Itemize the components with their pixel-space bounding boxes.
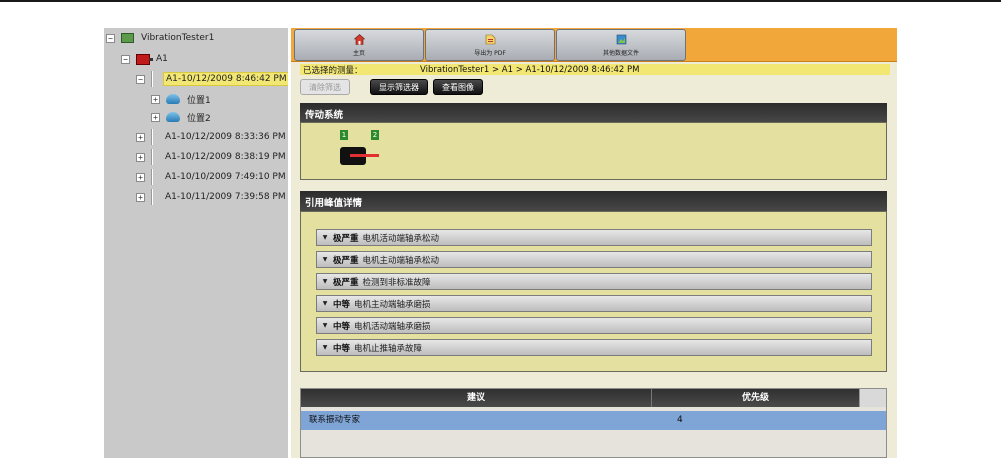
tree-measurement-label[interactable]: A1-10/12/2009 8:38:19 PM (163, 151, 288, 163)
fault-severity: 极严重 (333, 277, 359, 288)
expand-icon[interactable]: + (136, 132, 145, 142)
drive-point-badge[interactable]: 1 (340, 130, 348, 140)
fault-row[interactable]: ▼ 极严重 检测到非标准故障 (316, 273, 872, 290)
fault-severity: 中等 (333, 299, 351, 310)
home-button[interactable]: 主页 (294, 29, 424, 61)
expand-icon[interactable]: + (151, 112, 160, 122)
breadcrumb-label: 已选择的测量： (303, 65, 363, 76)
collapse-icon[interactable]: − (136, 74, 145, 84)
fault-severity: 极严重 (333, 233, 359, 244)
shaft-icon (350, 154, 379, 157)
recommendation-table: 建议 优先级 联系振动专家 4 (300, 388, 887, 458)
expand-icon[interactable]: + (151, 94, 160, 104)
advice-cell: 联系振动专家 (309, 415, 361, 425)
expand-icon[interactable]: + (136, 172, 145, 182)
fault-severity: 极严重 (333, 255, 359, 266)
tester-icon (121, 33, 134, 43)
measurement-icon (151, 149, 153, 165)
column-header-priority[interactable]: 优先级 (652, 389, 859, 407)
tree-root-label[interactable]: VibrationTester1 (139, 32, 216, 44)
breadcrumb: 已选择的测量： VibrationTester1 > A1 > A1-10/12… (300, 64, 890, 76)
recommendation-header: 建议 优先级 (301, 389, 886, 407)
fault-description: 电机主动端轴承磨损 (354, 299, 431, 310)
fault-details-panel: ▼ 极严重 电机活动端轴承松动 ▼ 极严重 电机主动端轴承松动 ▼ 极严重 检测… (300, 211, 887, 372)
tree-node-location[interactable]: + 位置2 (151, 108, 213, 126)
export-pdf-button[interactable]: 导出为 PDF (425, 29, 555, 61)
tree-node-machine[interactable]: − A1 (121, 50, 170, 68)
tree-measurement-label[interactable]: A1-10/10/2009 7:49:10 PM (163, 171, 288, 183)
drive-point-badge[interactable]: 2 (371, 130, 379, 140)
fault-severity: 中等 (333, 343, 351, 354)
fault-row[interactable]: ▼ 中等 电机主动端轴承磨损 (316, 295, 872, 312)
location-icon (166, 112, 180, 122)
collapse-icon[interactable]: − (121, 54, 130, 64)
fault-description: 电机活动端轴承磨损 (354, 321, 431, 332)
home-button-label: 主页 (352, 50, 365, 57)
expand-arrow-icon[interactable]: ▼ (317, 344, 333, 351)
machine-icon (136, 53, 153, 65)
tree-node-selected-measurement[interactable]: − A1-10/12/2009 8:46:42 PM (136, 70, 288, 88)
export-pdf-icon (485, 34, 495, 45)
header-corner (859, 389, 886, 407)
tree-measurement-label[interactable]: A1-10/12/2009 8:46:42 PM (163, 72, 288, 86)
fault-description: 电机止推轴承故障 (354, 343, 423, 354)
expand-arrow-icon[interactable]: ▼ (317, 300, 333, 307)
measurement-icon (151, 71, 153, 87)
tree-location-label[interactable]: 位置1 (185, 92, 213, 107)
export-pdf-button-label: 导出为 PDF (474, 50, 506, 57)
view-image-button[interactable]: 查看图像 (433, 79, 483, 95)
toolbar: 主页 导出为 PDF 其他数据文件 (291, 28, 897, 62)
measurement-icon (151, 189, 153, 205)
tree-node-measurement[interactable]: + A1-10/12/2009 8:33:36 PM (136, 128, 288, 146)
breadcrumb-path: VibrationTester1 > A1 > A1-10/12/2009 8:… (420, 64, 640, 75)
show-filter-button[interactable]: 显示筛选器 (370, 79, 428, 95)
fault-row[interactable]: ▼ 极严重 电机活动端轴承松动 (316, 229, 872, 246)
fault-description: 检测到非标准故障 (362, 277, 431, 288)
top-border (0, 0, 1001, 2)
expand-icon[interactable]: + (136, 152, 145, 162)
data-files-icon (616, 34, 626, 45)
measurement-icon (151, 169, 153, 185)
expand-arrow-icon[interactable]: ▼ (317, 256, 333, 263)
fault-row[interactable]: ▼ 中等 电机活动端轴承磨损 (316, 317, 872, 334)
other-data-files-button-label: 其他数据文件 (602, 50, 639, 57)
tree-node-measurement[interactable]: + A1-10/10/2009 7:49:10 PM (136, 168, 288, 186)
fault-severity: 中等 (333, 321, 351, 332)
tree-machine-label[interactable]: A1 (154, 53, 170, 65)
drive-system-panel: 1 2 (300, 122, 887, 180)
tree-node-measurement[interactable]: + A1-10/11/2009 7:39:58 PM (136, 188, 288, 206)
location-icon (166, 94, 180, 104)
table-row[interactable]: 联系振动专家 4 (301, 411, 886, 430)
expand-arrow-icon[interactable]: ▼ (317, 234, 333, 241)
expand-arrow-icon[interactable]: ▼ (317, 278, 333, 285)
expand-icon[interactable]: + (136, 192, 145, 202)
collapse-icon[interactable]: − (106, 33, 115, 43)
column-header-advice[interactable]: 建议 (301, 389, 652, 407)
measurement-tree: − VibrationTester1 − A1 − A1-10/12/2009 … (104, 28, 288, 458)
fault-description: 电机活动端轴承松动 (362, 233, 440, 244)
tree-node-measurement[interactable]: + A1-10/12/2009 8:38:19 PM (136, 148, 288, 166)
report-panel: 主页 导出为 PDF 其他数据文件 已选择的测量： VibrationTeste… (291, 28, 897, 458)
fault-row[interactable]: ▼ 中等 电机止推轴承故障 (316, 339, 872, 356)
measurement-icon (151, 129, 153, 145)
fault-row[interactable]: ▼ 极严重 电机主动端轴承松动 (316, 251, 872, 268)
tree-measurement-label[interactable]: A1-10/12/2009 8:33:36 PM (163, 131, 288, 143)
expand-arrow-icon[interactable]: ▼ (317, 322, 333, 329)
tree-measurement-label[interactable]: A1-10/11/2009 7:39:58 PM (163, 191, 288, 203)
fault-description: 电机主动端轴承松动 (362, 255, 440, 266)
priority-cell: 4 (677, 415, 683, 425)
fault-details-header: 引用峰值详情 (300, 191, 887, 211)
tree-node-root[interactable]: − VibrationTester1 (106, 29, 216, 47)
other-data-files-button[interactable]: 其他数据文件 (556, 29, 686, 61)
drive-system-header: 传动系统 (300, 103, 887, 122)
tree-location-label[interactable]: 位置2 (185, 110, 213, 125)
home-icon (353, 34, 365, 45)
tree-node-location[interactable]: + 位置1 (151, 90, 213, 108)
clear-filter-button[interactable]: 清除筛选 (300, 79, 350, 95)
